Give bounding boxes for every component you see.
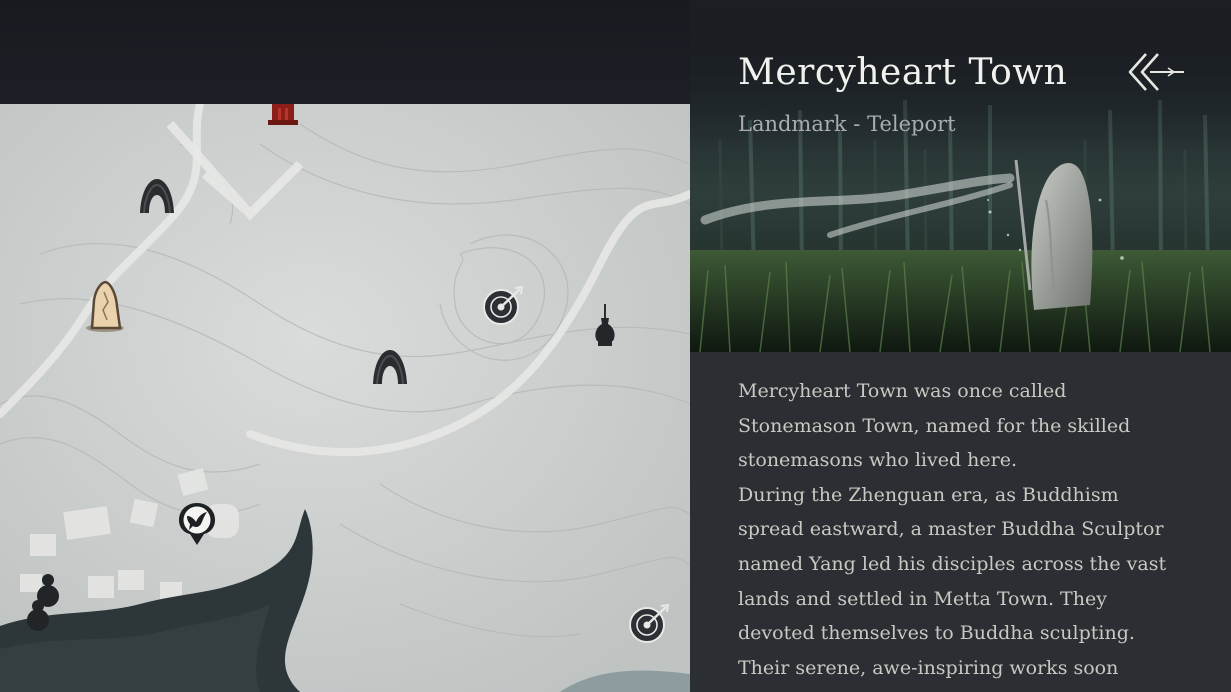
location-description: Mercyheart Town was once called Stonemas… bbox=[738, 374, 1188, 692]
incense-burner-icon bbox=[595, 304, 615, 346]
incense-burner-marker[interactable] bbox=[592, 304, 618, 350]
cave-entrance-icon bbox=[140, 179, 174, 214]
teleport-stone-marker[interactable] bbox=[84, 280, 126, 332]
cave-entrance-marker-2[interactable] bbox=[370, 348, 410, 386]
cave-entrance-icon bbox=[373, 350, 407, 385]
location-info-panel: Mercyheart Town Landmark - Teleport Merc… bbox=[690, 0, 1231, 692]
double-chevron-left-icon bbox=[1128, 53, 1184, 91]
map-terrain bbox=[0, 104, 690, 692]
red-shrine-gate-icon bbox=[268, 104, 298, 125]
target-challenge-marker-2[interactable] bbox=[628, 604, 670, 644]
teleport-stone-icon bbox=[86, 280, 124, 332]
back-button[interactable] bbox=[1126, 50, 1186, 94]
cave-entrance-marker-1[interactable] bbox=[137, 177, 177, 215]
target-dart-icon bbox=[483, 286, 524, 325]
description-paragraph: During the Zhenguan era, as Buddhism spr… bbox=[738, 483, 1167, 645]
gourd-icon bbox=[27, 574, 59, 631]
target-challenge-marker-1[interactable] bbox=[482, 286, 524, 326]
target-dart-icon bbox=[629, 604, 670, 643]
location-title: Mercyheart Town bbox=[738, 52, 1068, 93]
description-paragraph: Their serene, awe-inspiring works soon b… bbox=[738, 656, 1119, 692]
shrine-gate-marker[interactable] bbox=[268, 104, 298, 126]
world-map[interactable] bbox=[0, 104, 690, 692]
location-subtitle: Landmark - Teleport bbox=[738, 112, 956, 136]
bird-pin-icon bbox=[179, 503, 215, 545]
map-top-strip bbox=[0, 0, 690, 104]
gourd-marker[interactable] bbox=[24, 572, 64, 632]
description-paragraph: Mercyheart Town was once called Stonemas… bbox=[738, 380, 1131, 472]
bird-waypoint-marker[interactable] bbox=[178, 502, 216, 546]
